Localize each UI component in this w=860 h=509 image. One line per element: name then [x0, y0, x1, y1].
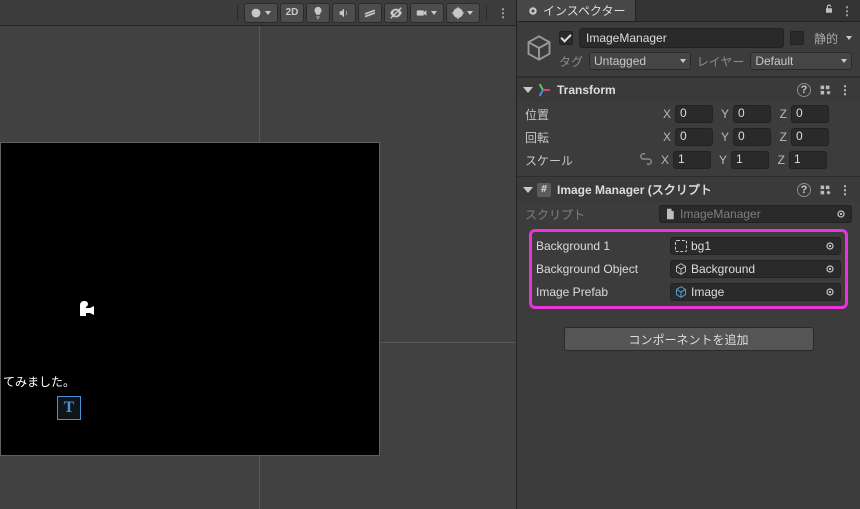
prop-label: Background Object [536, 262, 666, 276]
inspector-tab-label: インスペクター [543, 2, 625, 19]
scale-y-input[interactable]: 1 [731, 151, 769, 169]
constrain-proportions-icon[interactable] [639, 152, 653, 169]
prefab-icon [675, 286, 687, 298]
position-y-input[interactable]: 0 [733, 105, 771, 123]
background-1-row: Background 1 bg1 [536, 236, 841, 256]
tag-dropdown[interactable]: Untagged [589, 52, 691, 70]
help-icon[interactable]: ? [797, 183, 811, 197]
add-component-button[interactable]: コンポーネントを追加 [564, 327, 814, 351]
transform-icon [537, 83, 551, 97]
preset-icon[interactable] [817, 182, 833, 198]
highlighted-fields: Background 1 bg1 Background Object Backg… [529, 229, 848, 309]
scene-more-icon[interactable]: ⋮ [497, 6, 510, 20]
gameobject-name-input[interactable]: ImageManager [579, 28, 784, 48]
prop-label: Background 1 [536, 239, 666, 253]
transform-rotation-row: 回転 X0 Y0 Z0 [525, 127, 852, 147]
position-x-input[interactable]: 0 [675, 105, 713, 123]
script-icon: # [537, 183, 551, 197]
tag-label: タグ [559, 53, 583, 70]
scene-pane: 2D ⋮ てみました。 T [0, 0, 517, 509]
static-checkbox[interactable] [790, 31, 804, 45]
component-title: Image Manager (スクリプト [557, 181, 791, 198]
component-more-icon[interactable]: ⋮ [839, 183, 852, 197]
background-object-field[interactable]: Background [670, 260, 841, 278]
scene-viewport[interactable]: てみました。 T [0, 26, 516, 509]
separator [486, 5, 487, 21]
gameobject-header: ImageManager 静的 タグ Untagged レイヤー Default [517, 22, 860, 77]
script-row: スクリプト ImageManager [525, 204, 852, 224]
gizmos-dropdown[interactable] [446, 3, 480, 23]
layer-dropdown[interactable]: Default [750, 52, 852, 70]
lock-icon[interactable] [823, 3, 835, 18]
object-picker-icon[interactable] [822, 238, 838, 254]
shading-dropdown[interactable] [244, 3, 278, 23]
transform-scale-row: スケール X1 Y1 Z1 [525, 150, 852, 170]
active-checkbox[interactable] [559, 31, 573, 45]
gameobject-ref-icon [675, 263, 687, 275]
script-asset-icon [664, 208, 676, 220]
separator [237, 5, 238, 21]
prop-label: スケール [525, 152, 635, 169]
inspector: インスペクター ⋮ ImageManager 静的 タグ Un [517, 0, 860, 509]
background-1-field[interactable]: bg1 [670, 237, 841, 255]
prop-label: 回転 [525, 129, 655, 146]
camera-icon [74, 298, 98, 322]
foldout-toggle[interactable] [523, 187, 533, 193]
static-dropdown[interactable] [846, 36, 852, 40]
background-object-row: Background Object Background [536, 259, 841, 279]
scale-x-input[interactable]: 1 [673, 151, 711, 169]
object-picker-icon[interactable] [822, 261, 838, 277]
inspector-tabbar: インスペクター ⋮ [517, 0, 860, 22]
component-title: Transform [557, 83, 791, 97]
panel-text: てみました。 [3, 373, 75, 390]
preset-icon[interactable] [817, 82, 833, 98]
text-gizmo[interactable]: T [57, 396, 81, 420]
selected-panel[interactable]: てみました。 T [0, 142, 380, 456]
prop-label: 位置 [525, 106, 655, 123]
rotation-x-input[interactable]: 0 [675, 128, 713, 146]
mode-2d-toggle[interactable]: 2D [280, 3, 304, 23]
help-icon[interactable]: ? [797, 83, 811, 97]
transform-position-row: 位置 X0 Y0 Z0 [525, 104, 852, 124]
position-z-input[interactable]: 0 [791, 105, 829, 123]
camera-dropdown[interactable] [410, 3, 444, 23]
image-manager-component: # Image Manager (スクリプト ? ⋮ スクリプト ImageMa… [517, 176, 860, 317]
prop-label: Image Prefab [536, 285, 666, 299]
prop-label: スクリプト [525, 206, 655, 223]
image-prefab-field[interactable]: Image [670, 283, 841, 301]
component-header[interactable]: Transform ? ⋮ [517, 78, 860, 102]
lighting-toggle[interactable] [306, 3, 330, 23]
audio-toggle[interactable] [332, 3, 356, 23]
scene-toolbar: 2D ⋮ [0, 0, 516, 26]
transform-component: Transform ? ⋮ 位置 X0 Y0 Z0 回転 X0 Y0 Z0 スケ… [517, 77, 860, 176]
inspector-tab[interactable]: インスペクター [517, 0, 636, 21]
component-more-icon[interactable]: ⋮ [839, 83, 852, 97]
visibility-toggle[interactable] [384, 3, 408, 23]
scale-z-input[interactable]: 1 [789, 151, 827, 169]
component-header[interactable]: # Image Manager (スクリプト ? ⋮ [517, 177, 860, 202]
object-picker-icon[interactable] [822, 284, 838, 300]
object-picker-icon[interactable] [833, 206, 849, 222]
layer-label: レイヤー [697, 53, 745, 70]
script-field: ImageManager [659, 205, 852, 223]
sprite-icon [675, 240, 687, 252]
rotation-z-input[interactable]: 0 [791, 128, 829, 146]
gameobject-icon[interactable] [525, 34, 553, 65]
rotation-y-input[interactable]: 0 [733, 128, 771, 146]
static-label: 静的 [814, 30, 838, 47]
effects-toggle[interactable] [358, 3, 382, 23]
foldout-toggle[interactable] [523, 87, 533, 93]
image-prefab-row: Image Prefab Image [536, 282, 841, 302]
inspector-more-icon[interactable]: ⋮ [841, 4, 854, 18]
